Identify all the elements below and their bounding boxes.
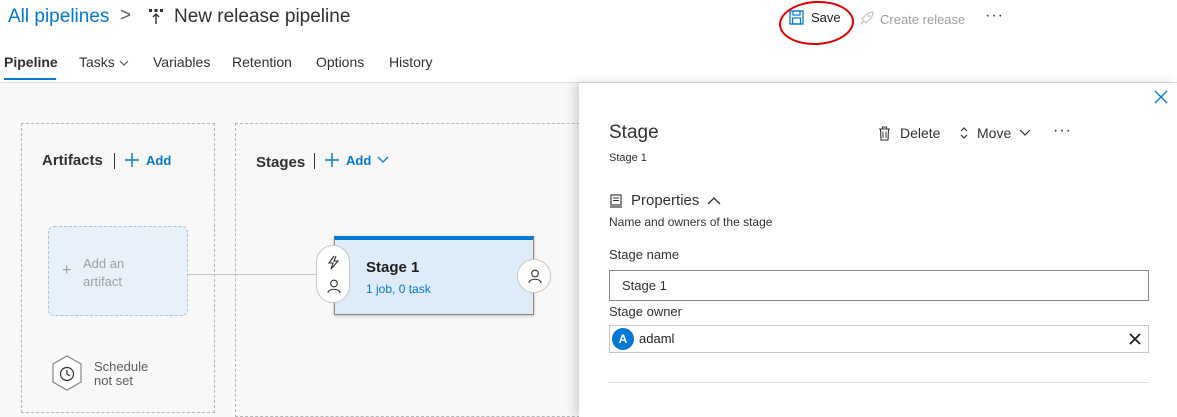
delete-label: Delete (900, 125, 941, 141)
tab-pipeline[interactable]: Pipeline (4, 54, 58, 70)
move-label: Move (977, 125, 1012, 141)
artifacts-title: Artifacts (42, 152, 103, 169)
add-artifact-line2: artifact (83, 274, 123, 289)
divider (114, 153, 115, 169)
release-pipeline-icon (149, 9, 163, 24)
add-artifact-card-text: Add an artifact (83, 255, 124, 291)
trash-icon (879, 125, 890, 141)
delete-stage-button[interactable]: Delete (878, 125, 940, 141)
plus-icon (125, 153, 139, 167)
add-artifact-link[interactable]: Add (124, 152, 171, 168)
chevron-down-icon (1019, 129, 1031, 136)
add-stage-link[interactable]: Add (324, 152, 389, 168)
stage-name-input[interactable] (609, 270, 1149, 301)
stages-title: Stages (256, 154, 306, 171)
plus-icon (325, 153, 339, 167)
stage-owner-picker[interactable] (609, 325, 1149, 353)
save-button[interactable]: Save (789, 10, 841, 25)
save-icon (789, 10, 804, 25)
panel-subtitle: Stage 1 (609, 152, 647, 164)
stage-card[interactable] (334, 236, 534, 315)
create-release-label: Create release (880, 11, 966, 27)
tab-options[interactable]: Options (316, 54, 364, 70)
tab-tasks-label: Tasks (79, 54, 115, 70)
page-title: New release pipeline (174, 6, 351, 27)
chevron-down-icon (377, 156, 389, 163)
schedule-line2: not set (94, 373, 134, 388)
properties-section-toggle[interactable]: Properties (609, 192, 721, 209)
avatar: A (612, 328, 634, 350)
tab-retention[interactable]: Retention (232, 54, 292, 70)
panel-more-button[interactable]: ··· (1053, 122, 1072, 140)
breadcrumb-separator: > (120, 5, 132, 26)
create-release-button[interactable]: Create release (858, 11, 965, 27)
move-stage-button[interactable]: Move (959, 125, 1031, 141)
post-deployment-conditions[interactable] (517, 259, 551, 293)
plus-icon: + (62, 262, 72, 279)
chevron-down-icon (119, 60, 129, 66)
lightning-icon (327, 255, 340, 270)
schedule-icon[interactable] (51, 355, 83, 391)
stage-owner-label: Stage owner (609, 304, 682, 319)
tab-variables[interactable]: Variables (153, 54, 210, 70)
pre-deployment-conditions[interactable] (316, 245, 350, 303)
stage-card-name: Stage 1 (366, 259, 420, 276)
owner-name: adaml (639, 331, 675, 346)
schedule-text: Schedule not set (94, 360, 148, 388)
close-icon[interactable] (1154, 90, 1168, 104)
stage-name-label: Stage name (609, 247, 680, 262)
save-label: Save (811, 10, 841, 25)
properties-label: Properties (631, 192, 700, 209)
add-stage-label: Add (346, 152, 372, 168)
chevron-up-icon (707, 197, 721, 205)
properties-description: Name and owners of the stage (609, 215, 773, 229)
active-tab-indicator (4, 78, 56, 80)
stage-card-tasks-link[interactable]: 1 job, 0 task (366, 282, 431, 296)
panel-title: Stage (609, 122, 659, 143)
schedule-line1: Schedule (94, 359, 149, 374)
panel-divider (609, 382, 1149, 383)
person-icon (528, 269, 542, 284)
tab-history[interactable]: History (389, 54, 433, 70)
divider (314, 153, 315, 169)
clear-owner-icon[interactable] (1129, 333, 1141, 345)
add-artifact-line1: Add an (83, 256, 125, 271)
person-icon (327, 279, 341, 294)
tab-tasks[interactable]: Tasks (79, 54, 129, 70)
properties-icon (610, 193, 622, 208)
rocket-icon (860, 11, 874, 25)
add-artifact-label: Add (146, 152, 172, 168)
more-actions-button[interactable]: ··· (985, 7, 1004, 25)
breadcrumb-all-pipelines[interactable]: All pipelines (8, 6, 109, 28)
sort-icon (960, 127, 968, 139)
